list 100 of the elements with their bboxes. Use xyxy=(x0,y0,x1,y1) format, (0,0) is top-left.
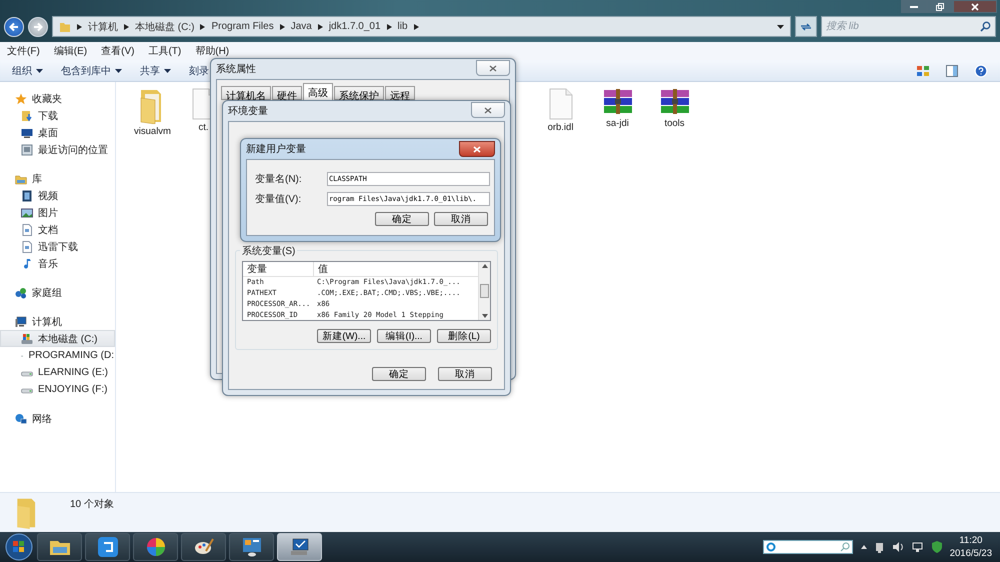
dialog-title: 系统属性 xyxy=(216,62,256,76)
speaker-icon xyxy=(892,542,904,552)
menu-item[interactable]: 文件(F) xyxy=(7,44,40,58)
toolbar-button[interactable]: 共享 xyxy=(140,64,173,78)
forward-button[interactable] xyxy=(28,16,48,36)
recent-places-icon xyxy=(21,144,33,156)
item-count: 10 个对象 xyxy=(70,498,114,511)
column-header[interactable]: 变量 xyxy=(243,262,313,276)
address-bar[interactable]: 计算机 本地磁盘 (C:) Program Files Java jdk1.7.0_01 lib xyxy=(52,16,791,37)
breadcrumb-item[interactable]: 计算机 xyxy=(88,20,118,34)
toolbar-button[interactable]: 组织 xyxy=(12,64,45,78)
file-name[interactable]: orb.idl xyxy=(548,122,574,133)
sidebar-item[interactable]: ENJOYING (F:) xyxy=(0,381,115,398)
help-icon[interactable] xyxy=(974,64,988,78)
tab[interactable]: 计算机名 xyxy=(221,86,271,100)
menu-item[interactable]: 编辑(E) xyxy=(54,44,88,58)
taskbar-button[interactable] xyxy=(37,533,82,561)
control-panel-icon xyxy=(242,537,262,557)
refresh-button[interactable] xyxy=(795,16,817,37)
caret-icon xyxy=(115,68,124,73)
dialog-button[interactable]: 取消 xyxy=(434,212,488,226)
sidebar-item[interactable]: 收藏夹 xyxy=(0,90,115,107)
menu-item[interactable]: 帮助(H) xyxy=(195,44,230,58)
toolbar-button[interactable]: 刻录 xyxy=(189,64,209,78)
search-field[interactable] xyxy=(762,540,853,554)
back-button[interactable] xyxy=(4,16,24,36)
sidebar-item[interactable]: 桌面 xyxy=(0,124,115,141)
close-icon xyxy=(473,146,481,152)
breadcrumb-item[interactable]: Program Files xyxy=(211,21,274,32)
search-field[interactable]: 搜索 lib xyxy=(821,16,996,37)
sidebar-item[interactable]: 最近访问的位置 xyxy=(0,141,115,158)
dialog-button[interactable]: 新建(W)... xyxy=(317,329,371,343)
file-name[interactable]: visualvm xyxy=(134,126,171,137)
tab[interactable]: 硬件 xyxy=(272,86,302,100)
dialog-button[interactable]: 编辑(I)... xyxy=(377,329,431,343)
sidebar-item[interactable]: 网络 xyxy=(0,410,115,427)
shield-icon xyxy=(932,541,942,553)
close-icon xyxy=(971,2,979,10)
taskbar-button[interactable] xyxy=(85,533,130,561)
taskbar-button[interactable] xyxy=(229,533,274,561)
sidebar-item[interactable]: 下载 xyxy=(0,107,115,124)
minimize-button[interactable] xyxy=(901,0,927,13)
sidebar-item[interactable]: LEARNING (E:) xyxy=(0,364,115,381)
folder-icon xyxy=(59,20,71,32)
close-button[interactable] xyxy=(459,141,495,157)
breadcrumb-item[interactable]: jdk1.7.0_01 xyxy=(328,21,381,32)
dialog-button[interactable]: 取消 xyxy=(438,367,492,381)
scroll-thumb xyxy=(480,284,489,298)
file-name[interactable]: ct. xyxy=(198,122,209,133)
taskbar-button[interactable] xyxy=(133,533,178,561)
dialog-button[interactable]: 确定 xyxy=(375,212,429,226)
archive-books-icon xyxy=(602,88,634,116)
chevron-icon xyxy=(124,24,129,30)
dialog-button[interactable]: 确定 xyxy=(372,367,426,381)
clock-time: 11:20 xyxy=(959,534,982,547)
sidebar-item[interactable]: 家庭组 xyxy=(0,284,115,301)
star-icon xyxy=(15,92,27,104)
sidebar-item[interactable]: 库 xyxy=(0,170,115,187)
scrollbar[interactable] xyxy=(478,262,490,320)
taskbar-button[interactable] xyxy=(181,533,226,561)
sidebar-item[interactable]: 视频 xyxy=(0,187,115,204)
maximize-button[interactable] xyxy=(927,0,953,13)
tab[interactable]: 系统保护 xyxy=(334,86,384,100)
network-icon xyxy=(15,412,27,424)
restore-icon xyxy=(936,2,944,10)
film-icon xyxy=(21,190,33,202)
sidebar-item[interactable]: PROGRAMING (D: xyxy=(0,347,115,364)
sidebar-item[interactable]: 音乐 xyxy=(0,255,115,272)
sidebar-item[interactable]: 文档 xyxy=(0,221,115,238)
close-button[interactable] xyxy=(953,0,997,13)
computer-icon xyxy=(15,316,27,328)
close-button[interactable] xyxy=(476,60,510,76)
sidebar-item[interactable]: 计算机 xyxy=(0,313,115,330)
magnifier-icon xyxy=(840,542,850,552)
dialog-button[interactable]: 删除(L) xyxy=(437,329,491,343)
file-name[interactable]: tools xyxy=(664,118,685,129)
file-name[interactable]: sa-jdi xyxy=(606,118,629,129)
breadcrumb-item[interactable]: lib xyxy=(398,21,408,32)
clock-date: 2016/5/23 xyxy=(950,547,992,560)
monitor-icon xyxy=(21,126,33,138)
sidebar-item[interactable]: 本地磁盘 (C:) xyxy=(0,330,115,347)
back-arrow-icon xyxy=(9,22,19,32)
menu-item[interactable]: 工具(T) xyxy=(148,44,182,58)
breadcrumb-item[interactable]: 本地磁盘 (C:) xyxy=(135,20,194,34)
paint-palette-icon xyxy=(194,537,214,557)
minimize-icon xyxy=(910,5,918,8)
menu-item[interactable]: 查看(V) xyxy=(101,44,134,58)
sidebar-item[interactable]: 迅雷下载 xyxy=(0,238,115,255)
sidebar-item[interactable]: 图片 xyxy=(0,204,115,221)
toolbar-button[interactable]: 包含到库中 xyxy=(61,64,124,78)
download-folder-icon xyxy=(21,110,33,122)
close-button[interactable] xyxy=(471,102,505,118)
tab[interactable]: 远程 xyxy=(385,86,415,100)
breadcrumb-item[interactable]: Java xyxy=(290,21,312,32)
caret-icon xyxy=(36,68,45,73)
tab[interactable]: 高级 xyxy=(303,83,333,100)
chevron-icon xyxy=(200,24,206,30)
power-plug-icon xyxy=(874,542,885,552)
scroll-down-icon xyxy=(482,314,488,318)
app-icon xyxy=(98,537,118,557)
